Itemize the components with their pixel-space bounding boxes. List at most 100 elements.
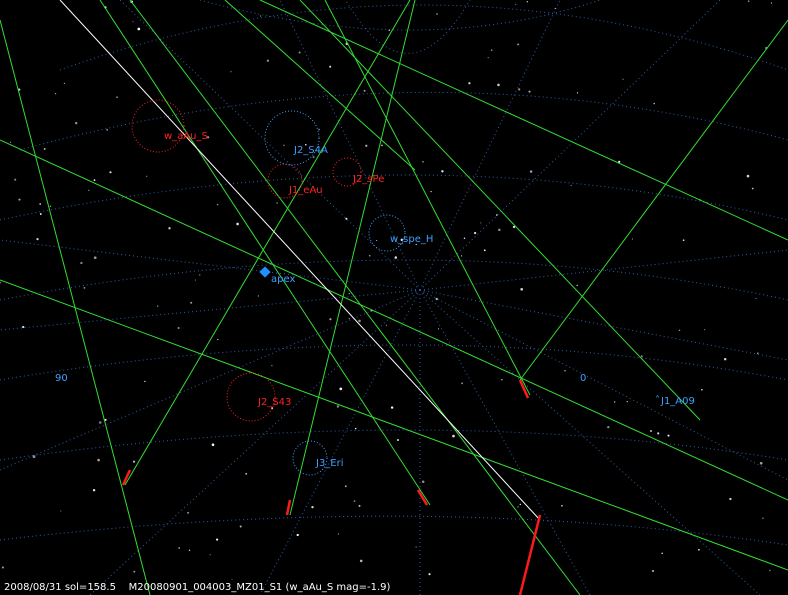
status-sol: sol=158.5 (64, 582, 116, 593)
radiant-J2-S43[interactable]: J2_S43 (226, 372, 291, 422)
star (396, 438, 400, 442)
star (520, 287, 524, 291)
star (55, 93, 57, 95)
star (144, 380, 146, 383)
star (436, 13, 438, 15)
star (483, 249, 486, 252)
star (283, 144, 285, 147)
star (132, 460, 136, 463)
star (194, 279, 196, 281)
status-info: (w_aAu_S mag=-1.9) (285, 582, 391, 593)
star (216, 203, 219, 206)
star (133, 570, 136, 573)
star (640, 355, 643, 358)
star (385, 324, 387, 326)
star (109, 171, 112, 174)
star (365, 144, 368, 147)
star (348, 293, 350, 295)
radiant-J2-S4A[interactable]: J2_S4A (264, 110, 328, 166)
star (614, 401, 616, 403)
star (358, 319, 361, 323)
star (337, 533, 340, 535)
star (381, 144, 383, 147)
star (376, 239, 378, 242)
apex-marker[interactable]: apex (259, 266, 295, 285)
star (348, 318, 350, 320)
radiant-label: J3_Eri (315, 458, 344, 469)
star (209, 554, 211, 556)
star (266, 59, 270, 62)
star (39, 203, 42, 205)
star (106, 128, 109, 131)
star (99, 421, 102, 424)
star (762, 517, 764, 519)
star (497, 83, 500, 87)
star (480, 222, 482, 224)
meteor-track (129, 0, 581, 595)
star (178, 547, 181, 549)
radiant-w-spe-H[interactable]: w_spe_H (368, 214, 433, 252)
star (437, 328, 440, 330)
star (1, 566, 4, 569)
star (363, 89, 366, 92)
status-bar: 2008/08/31 sol=158.5 M20080901_004003_MZ… (4, 582, 390, 593)
coordinate-grid (0, 0, 788, 595)
radiant-J2-sPe[interactable]: J2_sPe (332, 157, 384, 187)
star (657, 432, 660, 435)
star (92, 488, 96, 492)
star (561, 504, 563, 507)
star (168, 227, 171, 230)
star (461, 255, 463, 257)
star (498, 228, 501, 232)
star (329, 318, 332, 321)
star (570, 185, 572, 187)
star (517, 506, 519, 508)
star (296, 533, 299, 537)
star (757, 352, 759, 355)
star (518, 88, 521, 91)
star (43, 147, 46, 150)
star (137, 27, 141, 31)
meteor-track (99, 0, 431, 506)
star (63, 82, 66, 85)
star (468, 82, 471, 85)
star (74, 121, 78, 125)
star (576, 92, 579, 94)
meteor-head (518, 514, 542, 595)
star (276, 202, 278, 204)
radiant-label: J1_eAu (288, 185, 323, 196)
star (576, 284, 578, 287)
radiant-label: w_spe_H (390, 234, 433, 245)
star (146, 175, 148, 177)
grid-label-0: 0 (580, 373, 586, 384)
radiant-label: w_aAu_S (164, 131, 208, 142)
star (394, 256, 398, 259)
star (116, 96, 118, 98)
star (528, 90, 531, 93)
star (529, 170, 533, 173)
sky-chart: w_aAu_S J1_eAu J2_sPe J2_S43 J2_S4A w_sp… (0, 0, 788, 595)
star (231, 578, 233, 580)
star (49, 205, 52, 208)
star (344, 485, 347, 488)
star (461, 382, 464, 385)
star (132, 21, 134, 23)
star (336, 405, 340, 408)
star (661, 552, 664, 555)
star (682, 239, 685, 242)
star (239, 525, 242, 528)
meteor-track (0, 279, 788, 571)
star (216, 538, 219, 541)
star (626, 401, 628, 403)
star (653, 102, 656, 105)
star (199, 274, 201, 276)
radiant-marker: ˄ (655, 394, 660, 406)
star (245, 472, 248, 475)
star (80, 261, 83, 265)
star (746, 174, 750, 178)
star (298, 51, 301, 54)
radiant-J1-A09[interactable]: ˄ J1_A09 (655, 394, 695, 407)
star (83, 287, 86, 289)
star-field (0, 0, 773, 580)
star (156, 305, 159, 307)
